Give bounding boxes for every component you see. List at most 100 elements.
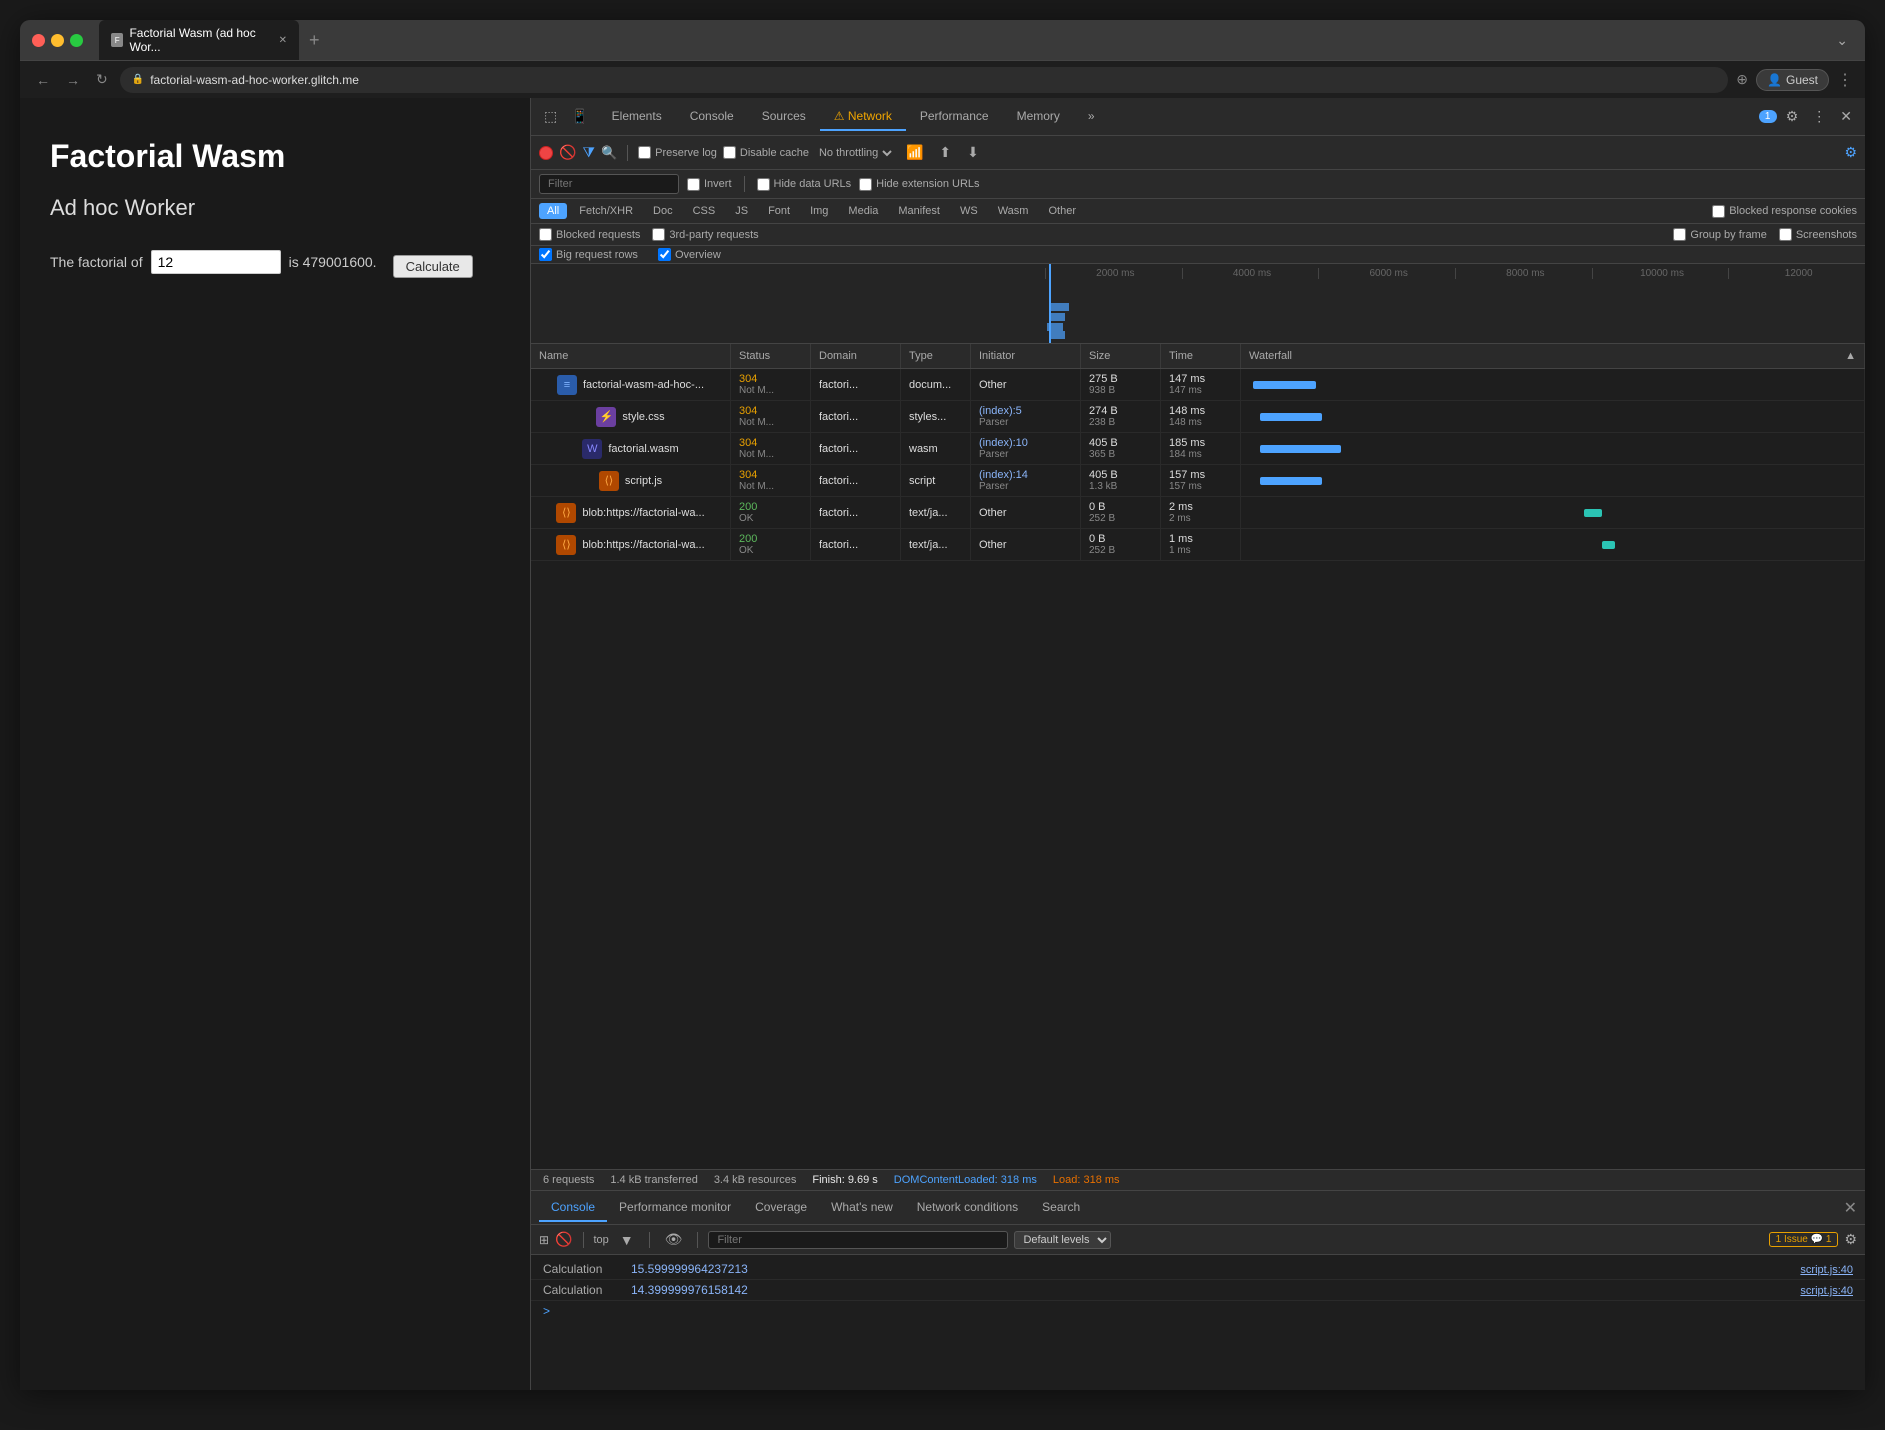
throttle-select[interactable]: No throttling (815, 146, 895, 160)
filter-js[interactable]: JS (727, 203, 756, 219)
group-by-frame-checkbox[interactable] (1673, 228, 1686, 241)
console-tab-search[interactable]: Search (1030, 1194, 1092, 1222)
default-levels-select[interactable]: Default levels (1014, 1231, 1111, 1249)
filter-input[interactable] (539, 174, 679, 194)
overview-label[interactable]: Overview (658, 248, 721, 261)
console-tab-performance[interactable]: Performance monitor (607, 1194, 743, 1222)
table-row[interactable]: W factorial.wasm 304 Not M... factori...… (531, 433, 1865, 465)
console-close-button[interactable]: ✕ (1844, 1198, 1857, 1218)
url-bar[interactable]: 🔒 factorial-wasm-ad-hoc-worker.glitch.me (120, 67, 1729, 93)
hide-extension-urls-label[interactable]: Hide extension URLs (859, 178, 979, 191)
table-row[interactable]: ⟨⟩ blob:https://factorial-wa... 200 OK f… (531, 529, 1865, 561)
minimize-traffic-light[interactable] (51, 34, 64, 47)
hide-data-urls-checkbox[interactable] (757, 178, 770, 191)
tab-more[interactable]: » (1074, 103, 1109, 131)
th-type[interactable]: Type (901, 344, 971, 368)
table-row[interactable]: ⟨⟩ script.js 304 Not M... factori... scr… (531, 465, 1865, 497)
table-row[interactable]: ≡ factorial-wasm-ad-hoc-... 304 Not M...… (531, 369, 1865, 401)
filter-all[interactable]: All (539, 203, 567, 219)
console-tab-console[interactable]: Console (539, 1194, 607, 1222)
tab-network[interactable]: Network (820, 103, 906, 131)
maximize-traffic-light[interactable] (70, 34, 83, 47)
blocked-requests-checkbox[interactable] (539, 228, 552, 241)
devtools-close-button[interactable]: ✕ (1835, 104, 1857, 129)
table-row[interactable]: ⟨⟩ blob:https://factorial-wa... 200 OK f… (531, 497, 1865, 529)
inspect-element-button[interactable]: ⬚ (539, 104, 562, 129)
devtools-settings-button[interactable]: ⚙ (1781, 104, 1804, 129)
close-traffic-light[interactable] (32, 34, 45, 47)
third-party-checkbox[interactable] (652, 228, 665, 241)
devtools-more-button[interactable]: ⋮ (1807, 104, 1831, 129)
tab-elements[interactable]: Elements (598, 103, 676, 131)
filter-doc[interactable]: Doc (645, 203, 681, 219)
calculate-button[interactable]: Calculate (393, 255, 473, 278)
console-tab-whats-new[interactable]: What's new (819, 1194, 905, 1222)
filter-ws[interactable]: WS (952, 203, 986, 219)
console-filter-input[interactable] (708, 1231, 1008, 1249)
hide-data-urls-label[interactable]: Hide data URLs (757, 178, 852, 191)
record-button[interactable] (539, 146, 553, 160)
th-name[interactable]: Name (531, 344, 731, 368)
new-tab-button[interactable]: + (303, 28, 326, 53)
tab-close-button[interactable]: ✕ (279, 35, 287, 46)
zoom-button[interactable]: ⊕ (1736, 71, 1748, 88)
console-input-chevron[interactable]: > (531, 1301, 1865, 1321)
third-party-label[interactable]: 3rd-party requests (652, 228, 758, 241)
context-dropdown-button[interactable]: ▼ (615, 1228, 639, 1252)
invert-checkbox[interactable] (687, 178, 700, 191)
blocked-response-cookies-checkbox[interactable] (1712, 205, 1725, 218)
filter-media[interactable]: Media (840, 203, 886, 219)
guest-button[interactable]: 👤 Guest (1756, 69, 1829, 91)
factorial-input[interactable] (151, 250, 281, 274)
filter-other[interactable]: Other (1040, 203, 1084, 219)
table-row[interactable]: ⚡ style.css 304 Not M... factori... styl… (531, 401, 1865, 433)
th-waterfall[interactable]: Waterfall ▲ (1241, 344, 1865, 368)
blocked-requests-label[interactable]: Blocked requests (539, 228, 640, 241)
console-tab-coverage[interactable]: Coverage (743, 1194, 819, 1222)
preserve-log-label[interactable]: Preserve log (638, 146, 717, 159)
filter-fetch-xhr[interactable]: Fetch/XHR (571, 203, 641, 219)
invert-label[interactable]: Invert (687, 178, 732, 191)
preserve-log-checkbox[interactable] (638, 146, 651, 159)
search-button[interactable]: 🔍 (601, 145, 617, 161)
hide-extension-urls-checkbox[interactable] (859, 178, 872, 191)
tab-memory[interactable]: Memory (1003, 103, 1074, 131)
screenshots-label[interactable]: Screenshots (1779, 228, 1857, 241)
filter-img[interactable]: Img (802, 203, 836, 219)
import-har-button[interactable]: ⬆ (934, 140, 956, 165)
browser-menu-button[interactable]: ⋮ (1837, 70, 1853, 90)
tab-console[interactable]: Console (676, 103, 748, 131)
overview-checkbox[interactable] (658, 248, 671, 261)
th-status[interactable]: Status (731, 344, 811, 368)
network-conditions-button[interactable]: 📶 (901, 140, 928, 165)
tab-list-button[interactable]: ⌄ (1831, 28, 1853, 53)
eye-button[interactable]: 👁 (660, 1227, 688, 1252)
filter-font[interactable]: Font (760, 203, 798, 219)
tab-sources[interactable]: Sources (748, 103, 820, 131)
tab-performance[interactable]: Performance (906, 103, 1003, 131)
group-by-frame-label[interactable]: Group by frame (1673, 228, 1766, 241)
console-sidebar-button[interactable]: ⊞ (539, 1233, 549, 1247)
filter-manifest[interactable]: Manifest (890, 203, 948, 219)
reload-button[interactable]: ↻ (92, 69, 112, 90)
export-har-button[interactable]: ⬇ (962, 140, 984, 165)
network-settings-button[interactable]: ⚙ (1844, 144, 1857, 161)
console-clear-button[interactable]: 🚫 (555, 1231, 572, 1248)
filter-toggle-button[interactable]: ⧩ (582, 144, 595, 161)
back-button[interactable]: ← (32, 70, 54, 90)
disable-cache-checkbox[interactable] (723, 146, 736, 159)
blocked-response-cookies-label[interactable]: Blocked response cookies (1712, 205, 1857, 218)
disable-cache-label[interactable]: Disable cache (723, 146, 809, 159)
th-time[interactable]: Time (1161, 344, 1241, 368)
big-request-rows-checkbox[interactable] (539, 248, 552, 261)
browser-tab-active[interactable]: F Factorial Wasm (ad hoc Wor... ✕ (99, 20, 299, 60)
th-initiator[interactable]: Initiator (971, 344, 1081, 368)
clear-button[interactable]: 🚫 (559, 144, 576, 161)
screenshots-checkbox[interactable] (1779, 228, 1792, 241)
console-source-2[interactable]: script.js:40 (1800, 1285, 1853, 1297)
console-settings-button[interactable]: ⚙ (1844, 1231, 1857, 1248)
filter-css[interactable]: CSS (685, 203, 724, 219)
big-request-rows-label[interactable]: Big request rows (539, 248, 638, 261)
console-tab-network-conditions[interactable]: Network conditions (905, 1194, 1030, 1222)
device-toolbar-button[interactable]: 📱 (566, 104, 593, 129)
